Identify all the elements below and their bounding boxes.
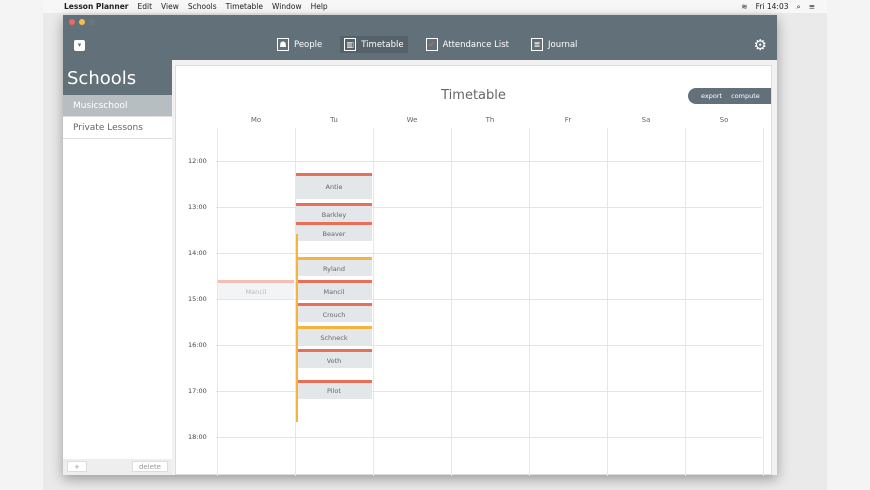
menu-app[interactable]: Lesson Planner [64,2,129,11]
lesson-name: Schneck [320,333,348,342]
sidebar-item-private-lessons[interactable]: Private Lessons [63,117,172,139]
menu-edit[interactable]: Edit [138,2,153,11]
day-header: So [719,116,729,124]
nav-label: Timetable [361,39,404,50]
lesson-name: Crouch [322,310,346,319]
hour-label: 13:00 [188,203,207,211]
gear-icon[interactable]: ⚙ [754,36,767,54]
hour-label: 12:00 [188,157,207,165]
hour-label: 15:00 [188,295,207,303]
column-divider [607,128,608,476]
availability-bar [296,233,298,422]
zoom-button[interactable] [89,19,95,25]
delete-school-button[interactable]: delete [131,461,168,472]
nav-timetable[interactable]: ▥ Timetable [340,36,408,53]
lesson-block[interactable]: Ryland [296,256,372,276]
column-divider [373,128,374,476]
sidebar-footer: + delete [63,459,172,475]
lesson-block[interactable]: Schneck [296,325,372,345]
sidebar: Schools Musicschool Private Lessons + de… [63,60,172,475]
column-divider [529,128,530,476]
menu-help[interactable]: Help [311,2,328,11]
column-divider [217,128,218,476]
nav-journal[interactable]: ≣ Journal [527,36,581,53]
lesson-block[interactable]: Crouch [296,302,372,322]
column-divider [685,128,686,476]
nav-label: Journal [548,39,578,50]
journal-icon: ≣ [531,38,543,51]
list-icon[interactable]: ≡ [809,2,815,12]
clock[interactable]: Fri 14:03 [756,2,789,12]
lesson-name: Barkley [321,211,347,219]
timetable-panel: Timetable export compute Mo Tu We Th Fr Sa So 1… [175,65,773,476]
hour-label: 16:00 [188,341,207,349]
app-window: ▾ ☗ People ▥ Timetable ✓ Attendance List ≣ J… [63,15,777,476]
dropdown-button[interactable]: ▾ [74,40,85,51]
lesson-name: Mancil [245,287,267,296]
lesson-name: Voth [326,356,342,365]
hour-label: 17:00 [188,387,207,395]
day-header: Sa [641,116,651,124]
hour-line [216,437,762,438]
lesson-name: Pilot [327,387,341,396]
minimize-button[interactable] [79,19,85,25]
lesson-block[interactable]: Beaver [296,222,372,242]
sidebar-item-musicschool[interactable]: Musicschool [63,95,172,117]
lesson-block[interactable]: Barkley [296,203,372,223]
lesson-name: Antie [325,182,343,191]
menu-view[interactable]: View [161,2,179,11]
hour-label: 18:00 [188,433,207,441]
toolbar: ▾ ☗ People ▥ Timetable ✓ Attendance List ≣ J… [63,15,777,60]
hour-label: 14:00 [188,249,207,257]
lesson-block[interactable]: Voth [296,348,372,368]
column-divider [451,128,452,476]
timetable-grid: Mo Tu We Th Fr Sa So 12:00 13:00 14:00 15:00 16:00 1… [176,66,773,476]
lesson-name: Beaver [322,230,346,239]
day-header: Th [485,116,495,124]
nav-people[interactable]: ☗ People [273,36,326,53]
menu-schools[interactable]: Schools [188,2,217,11]
lesson-name: Mancil [323,287,345,296]
day-header: Tu [330,116,338,124]
day-header: Mo [250,116,262,124]
hour-line [216,161,762,162]
nav-label: People [294,39,323,50]
column-divider [763,128,764,476]
nav-label: Attendance List [442,39,509,50]
lesson-block[interactable]: Antie [296,172,372,200]
lesson-block[interactable]: Pilot [296,379,372,399]
window-controls [69,19,95,25]
wifi-icon[interactable]: ≋ [741,2,747,12]
menu-window[interactable]: Window [272,2,302,11]
people-icon: ☗ [277,38,289,51]
day-header: Fr [564,116,572,124]
nav-attendance-list[interactable]: ✓ Attendance List [422,36,513,53]
close-button[interactable] [69,19,75,25]
menu-timetable[interactable]: Timetable [226,2,263,11]
sidebar-title: Schools [63,60,172,95]
checklist-icon: ✓ [425,38,438,51]
lesson-block[interactable]: Mancil [218,279,294,299]
lesson-block[interactable]: Mancil [296,279,372,299]
menu-bar: Lesson Planner Edit View Schools Timetab… [43,0,827,13]
main-nav: ☗ People ▥ Timetable ✓ Attendance List ≣ Jou… [273,36,581,53]
lesson-name: Ryland [322,264,346,273]
day-header: We [406,116,418,124]
add-school-button[interactable]: + [67,461,87,472]
search-icon[interactable]: ⌕ [797,2,801,12]
timetable-icon: ▥ [344,38,357,51]
